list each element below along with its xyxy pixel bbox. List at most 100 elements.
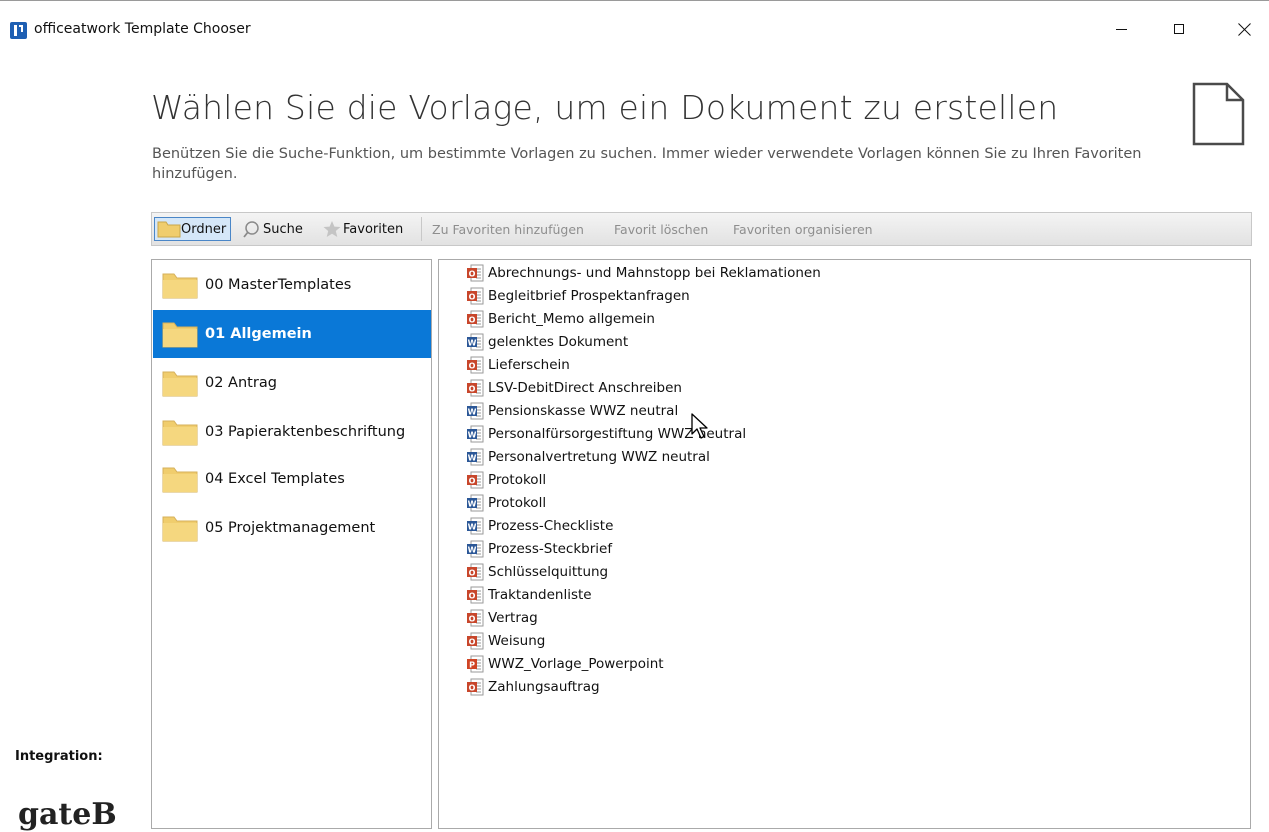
svg-text:W: W xyxy=(468,407,477,416)
template-item[interactable]: O Schlüsselquittung xyxy=(466,560,608,583)
folder-label: 05 Projektmanagement xyxy=(205,520,376,536)
word-document-icon: W xyxy=(467,517,484,534)
mouse-cursor-icon xyxy=(691,413,708,439)
folder-item[interactable]: 02 Antrag xyxy=(153,359,431,407)
template-label: Vertrag xyxy=(488,609,538,626)
template-item[interactable]: O Weisung xyxy=(466,629,545,652)
folder-icon xyxy=(162,516,198,542)
minimize-icon xyxy=(1115,28,1127,30)
word-document-icon: W xyxy=(467,540,484,557)
template-label: Personalvertretung WWZ neutral xyxy=(488,448,710,465)
folder-item[interactable]: 05 Projektmanagement xyxy=(153,504,431,552)
suche-tab-button[interactable]: Suche xyxy=(243,217,303,241)
folder-item[interactable]: 00 MasterTemplates xyxy=(153,261,431,309)
maximize-icon xyxy=(1174,24,1184,34)
toolbar: Ordner Suche Favoriten Zu Favoriten hinz… xyxy=(151,212,1252,246)
page-subtitle: Benützen Sie die Suche-Funktion, um best… xyxy=(152,146,1142,182)
svg-text:W: W xyxy=(468,499,477,508)
svg-text:W: W xyxy=(468,522,477,531)
template-label: Protokoll xyxy=(488,471,547,488)
title-bar: officeatwork Template Chooser xyxy=(0,1,1269,59)
close-icon xyxy=(1238,23,1251,36)
template-item[interactable]: O LSV-DebitDirect Anschreiben xyxy=(466,376,682,399)
template-item[interactable]: Wgelenktes Dokument xyxy=(466,330,628,353)
search-icon xyxy=(243,221,259,238)
folder-icon xyxy=(157,221,181,238)
svg-text:O: O xyxy=(469,361,476,370)
folder-label: 03 Papieraktenbeschriftung xyxy=(205,424,406,440)
template-item[interactable]: O Lieferschein xyxy=(466,353,570,376)
template-item[interactable]: W Personalvertretung WWZ neutral xyxy=(466,445,710,468)
folder-item[interactable]: 03 Papieraktenbeschriftung xyxy=(153,408,431,456)
ordner-tab-button[interactable]: Ordner xyxy=(154,217,232,241)
close-button[interactable] xyxy=(1221,9,1267,49)
template-label: Prozess-Steckbrief xyxy=(488,540,613,557)
officeatwork-template-icon: O xyxy=(467,287,484,304)
template-item[interactable]: W Prozess-Steckbrief xyxy=(466,537,612,560)
officeatwork-logo-icon xyxy=(10,22,27,39)
suche-label: Suche xyxy=(263,221,303,237)
minimize-button[interactable] xyxy=(1098,9,1144,49)
template-label: Schlüsselquittung xyxy=(488,563,609,580)
ordner-label: Ordner xyxy=(181,221,227,237)
integration-label: Integration: xyxy=(15,749,103,764)
folder-icon xyxy=(162,467,198,493)
favoriten-tab-button[interactable]: Favoriten xyxy=(321,217,403,241)
template-item[interactable]: W Pensionskasse WWZ neutral xyxy=(466,399,678,422)
svg-text:O: O xyxy=(469,591,476,600)
svg-text:O: O xyxy=(469,614,476,623)
folder-item-selected[interactable]: 01 Allgemein xyxy=(153,310,431,358)
folder-item[interactable]: 04 Excel Templates xyxy=(153,455,431,503)
svg-text:P: P xyxy=(469,660,475,669)
template-item[interactable]: O Vertrag xyxy=(466,606,538,629)
svg-text:O: O xyxy=(469,315,476,324)
organize-favorites-button[interactable]: Favoriten organisieren xyxy=(733,222,873,237)
template-label: WWZ_Vorlage_Powerpoint xyxy=(488,655,664,672)
template-item[interactable]: O Protokoll xyxy=(466,468,546,491)
folder-icon xyxy=(162,420,198,446)
window-title: officeatwork Template Chooser xyxy=(34,21,251,37)
svg-text:W: W xyxy=(468,430,477,439)
officeatwork-template-icon: O xyxy=(467,310,484,327)
template-label: Traktandenliste xyxy=(488,586,592,603)
blank-document-icon xyxy=(1192,82,1245,146)
template-item[interactable]: W Protokoll xyxy=(466,491,546,514)
template-label: gelenktes Dokument xyxy=(488,333,629,350)
page-title: Wählen Sie die Vorlage, um ein Dokument … xyxy=(151,88,1059,127)
gateb-logo: gateB xyxy=(18,797,117,832)
svg-text:O: O xyxy=(469,269,476,278)
template-item[interactable]: W Prozess-Checkliste xyxy=(466,514,613,537)
officeatwork-template-icon: O xyxy=(467,632,484,649)
folder-list: 00 MasterTemplates 01 Allgemein 02 Antra… xyxy=(151,259,432,829)
template-item[interactable]: O Bericht_Memo allgemein xyxy=(466,307,655,330)
template-item[interactable]: O Traktandenliste xyxy=(466,583,592,606)
template-label: Pensionskasse WWZ neutral xyxy=(488,402,679,419)
template-label: Begleitbrief Prospektanfragen xyxy=(488,287,690,304)
svg-text:O: O xyxy=(469,384,476,393)
officeatwork-template-icon: O xyxy=(467,379,484,396)
folder-icon xyxy=(162,273,198,299)
svg-text:O: O xyxy=(469,637,476,646)
template-item[interactable]: O Zahlungsauftrag xyxy=(466,675,600,698)
template-label: Protokoll xyxy=(488,494,547,511)
template-label: Weisung xyxy=(488,632,546,649)
template-label: Lieferschein xyxy=(488,356,570,373)
template-item[interactable]: P WWZ_Vorlage_Powerpoint xyxy=(466,652,664,675)
maximize-button[interactable] xyxy=(1156,9,1202,49)
svg-text:O: O xyxy=(469,683,476,692)
folder-icon xyxy=(162,371,198,397)
folder-label: 02 Antrag xyxy=(205,375,277,391)
template-item[interactable]: O Abrechnungs- und Mahnstopp bei Reklamat… xyxy=(466,261,821,284)
star-icon xyxy=(323,221,341,237)
template-label: Zahlungsauftrag xyxy=(488,678,600,695)
favoriten-label: Favoriten xyxy=(343,221,404,237)
folder-label: 04 Excel Templates xyxy=(205,471,345,487)
add-favorite-button[interactable]: Zu Favoriten hinzufügen xyxy=(432,222,584,237)
officeatwork-template-icon: O xyxy=(467,678,484,695)
folder-label: 00 MasterTemplates xyxy=(205,277,352,293)
svg-text:W: W xyxy=(468,453,477,462)
template-label: Bericht_Memo allgemein xyxy=(488,310,655,327)
delete-favorite-button[interactable]: Favorit löschen xyxy=(614,222,708,237)
template-item[interactable]: O Begleitbrief Prospektanfragen xyxy=(466,284,690,307)
svg-text:O: O xyxy=(469,292,476,301)
